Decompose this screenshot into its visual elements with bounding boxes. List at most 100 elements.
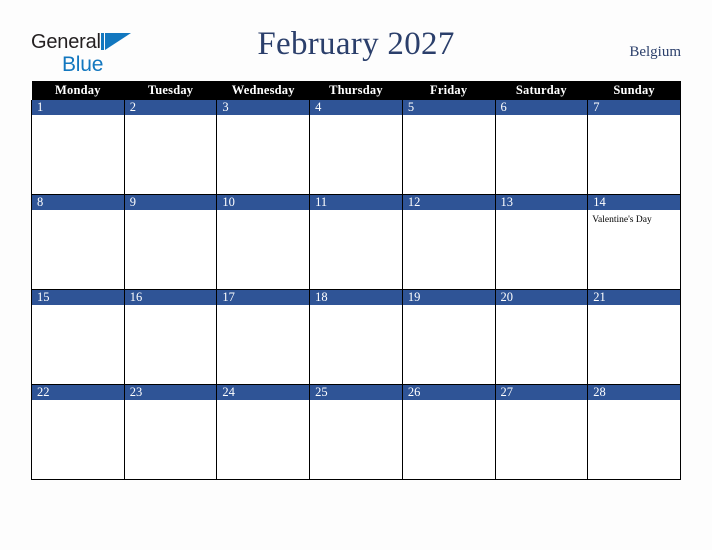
day-cell-body	[403, 115, 495, 119]
weekday-header-saturday: Saturday	[495, 81, 588, 100]
day-cell-body	[217, 210, 309, 214]
day-number: 19	[402, 290, 495, 305]
page-title: February 2027	[257, 26, 455, 62]
day-cell-body	[217, 400, 309, 404]
calendar-week-row: 15 16 17 18 19 20 21	[31, 289, 681, 385]
weekday-header-wednesday: Wednesday	[216, 81, 310, 100]
logo-word-general: General	[31, 31, 101, 53]
calendar-day-cell[interactable]: 7	[587, 100, 681, 195]
day-number: 8	[32, 195, 124, 210]
calendar-day-cell[interactable]: 24	[216, 384, 311, 480]
day-number: 20	[495, 290, 588, 305]
day-number: 15	[32, 290, 124, 305]
calendar-day-cell[interactable]: 9	[123, 194, 218, 290]
day-cell-body	[310, 400, 402, 404]
day-cell-body	[217, 115, 309, 119]
calendar-day-cell[interactable]: 21	[587, 289, 681, 385]
calendar-day-cell[interactable]: 18	[309, 289, 403, 385]
calendar-day-cell[interactable]: 20	[494, 289, 589, 385]
calendar-week-row: 22 23 24 25 26 27 28	[31, 384, 681, 480]
calendar-day-cell[interactable]: 12	[401, 194, 496, 290]
day-cell-body	[310, 305, 402, 309]
holiday-event-label: Valentine's Day	[592, 215, 652, 225]
calendar-body: 1 2 3 4 5 6 7 8 9 10 11 12 13 14 Valentine's Day 15 16 17…	[31, 100, 681, 480]
day-cell-body	[32, 115, 124, 119]
day-cell-body	[125, 115, 217, 119]
weekday-header-sunday: Sunday	[587, 81, 681, 100]
day-number: 1	[32, 100, 124, 115]
day-cell-body	[125, 400, 217, 404]
day-number: 21	[588, 290, 680, 305]
logo-line-one: General	[31, 31, 151, 53]
day-cell-body	[310, 210, 402, 214]
day-number: 26	[402, 385, 495, 400]
day-number: 2	[124, 100, 217, 115]
day-cell-body	[496, 400, 588, 404]
day-cell-body	[217, 305, 309, 309]
day-number: 4	[310, 100, 402, 115]
weekday-header-friday: Friday	[402, 81, 496, 100]
calendar-day-cell[interactable]: 10	[216, 194, 311, 290]
calendar-day-cell[interactable]: 28	[587, 384, 681, 480]
day-number: 5	[402, 100, 495, 115]
day-number: 11	[310, 195, 402, 210]
calendar-day-cell[interactable]: 11	[309, 194, 403, 290]
day-number: 17	[217, 290, 310, 305]
calendar-day-cell[interactable]: 13	[494, 194, 589, 290]
calendar-day-cell[interactable]: 4	[309, 100, 403, 195]
day-cell-body	[496, 305, 588, 309]
calendar-day-cell[interactable]: 23	[123, 384, 218, 480]
day-cell-body	[588, 115, 680, 119]
calendar-day-cell[interactable]: 19	[401, 289, 496, 385]
flag-triangle-icon	[100, 33, 131, 50]
day-number: 9	[124, 195, 217, 210]
page-header: General Blue February 2027 Belgium	[0, 0, 712, 80]
calendar-day-cell[interactable]: 5	[401, 100, 496, 195]
day-number: 14	[588, 195, 680, 210]
logo-word-blue: Blue	[62, 53, 104, 76]
day-number: 10	[217, 195, 310, 210]
day-number: 6	[495, 100, 588, 115]
day-cell-body	[403, 210, 495, 214]
day-number: 16	[124, 290, 217, 305]
day-number: 25	[310, 385, 402, 400]
calendar-day-cell[interactable]: 8	[31, 194, 125, 290]
day-cell-body	[403, 400, 495, 404]
day-number: 28	[588, 385, 680, 400]
logo-line-two: Blue	[31, 54, 151, 76]
calendar-day-cell[interactable]: 3	[216, 100, 311, 195]
day-cell-body	[310, 115, 402, 119]
day-number: 23	[124, 385, 217, 400]
day-cell-body	[32, 210, 124, 214]
calendar-day-cell[interactable]: 22	[31, 384, 125, 480]
weekday-header-monday: Monday	[31, 81, 125, 100]
calendar-day-cell[interactable]: 1	[31, 100, 125, 195]
calendar-day-cell[interactable]: 25	[309, 384, 403, 480]
calendar-day-cell[interactable]: 14 Valentine's Day	[587, 194, 681, 290]
day-number: 13	[495, 195, 588, 210]
calendar-day-cell[interactable]: 26	[401, 384, 496, 480]
day-number: 3	[217, 100, 310, 115]
calendar-week-row: 1234567	[31, 100, 681, 195]
day-number: 27	[495, 385, 588, 400]
calendar-week-row: 8 9 10 11 12 13 14 Valentine's Day	[31, 194, 681, 290]
calendar-day-cell[interactable]: 15	[31, 289, 125, 385]
calendar-day-cell[interactable]: 27	[494, 384, 589, 480]
calendar-day-cell[interactable]: 17	[216, 289, 311, 385]
weekday-header-thursday: Thursday	[309, 81, 403, 100]
day-cell-body	[32, 305, 124, 309]
general-blue-logo[interactable]: General Blue	[31, 31, 151, 76]
day-cell-body	[496, 115, 588, 119]
day-cell-body	[125, 305, 217, 309]
calendar-day-cell[interactable]: 16	[123, 289, 218, 385]
day-number: 22	[32, 385, 124, 400]
day-number: 12	[402, 195, 495, 210]
day-cell-body	[496, 210, 588, 214]
day-cell-body	[403, 305, 495, 309]
weekday-header-tuesday: Tuesday	[124, 81, 217, 100]
day-cell-body	[125, 210, 217, 214]
calendar-day-cell[interactable]: 2	[123, 100, 218, 195]
day-cell-body: Valentine's Day	[588, 210, 680, 226]
calendar-day-cell[interactable]: 6	[494, 100, 589, 195]
day-cell-body	[588, 400, 680, 404]
